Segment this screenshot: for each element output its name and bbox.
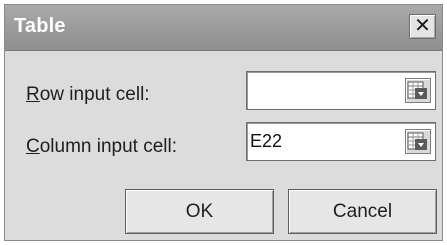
column-input-label: Column input cell:	[26, 136, 177, 158]
collapse-dialog-icon	[407, 132, 427, 150]
row-input-label-accelerator: R	[26, 84, 40, 105]
dialog-title: Table	[14, 15, 66, 37]
column-input-label-text: olumn input cell:	[39, 136, 178, 157]
row-input-label: Row input cell:	[26, 84, 150, 106]
row-input-field[interactable]	[246, 71, 436, 110]
row-input-label-text: ow input cell:	[39, 84, 150, 105]
collapse-dialog-icon	[407, 81, 427, 99]
row-input-cell[interactable]	[250, 78, 400, 102]
close-button[interactable]: ✕	[409, 14, 436, 39]
ok-button[interactable]: OK	[125, 189, 274, 234]
column-collapse-button[interactable]	[405, 129, 431, 154]
title-bar[interactable]: Table ✕	[5, 5, 442, 51]
column-input-field[interactable]	[246, 122, 436, 161]
row-collapse-button[interactable]	[405, 78, 431, 103]
column-input-cell[interactable]	[250, 129, 400, 153]
close-icon: ✕	[414, 15, 431, 37]
table-dialog: Table ✕ Row input cell: Column input cel…	[4, 4, 443, 241]
cancel-button[interactable]: Cancel	[288, 189, 437, 234]
column-input-label-accelerator: C	[26, 136, 40, 157]
